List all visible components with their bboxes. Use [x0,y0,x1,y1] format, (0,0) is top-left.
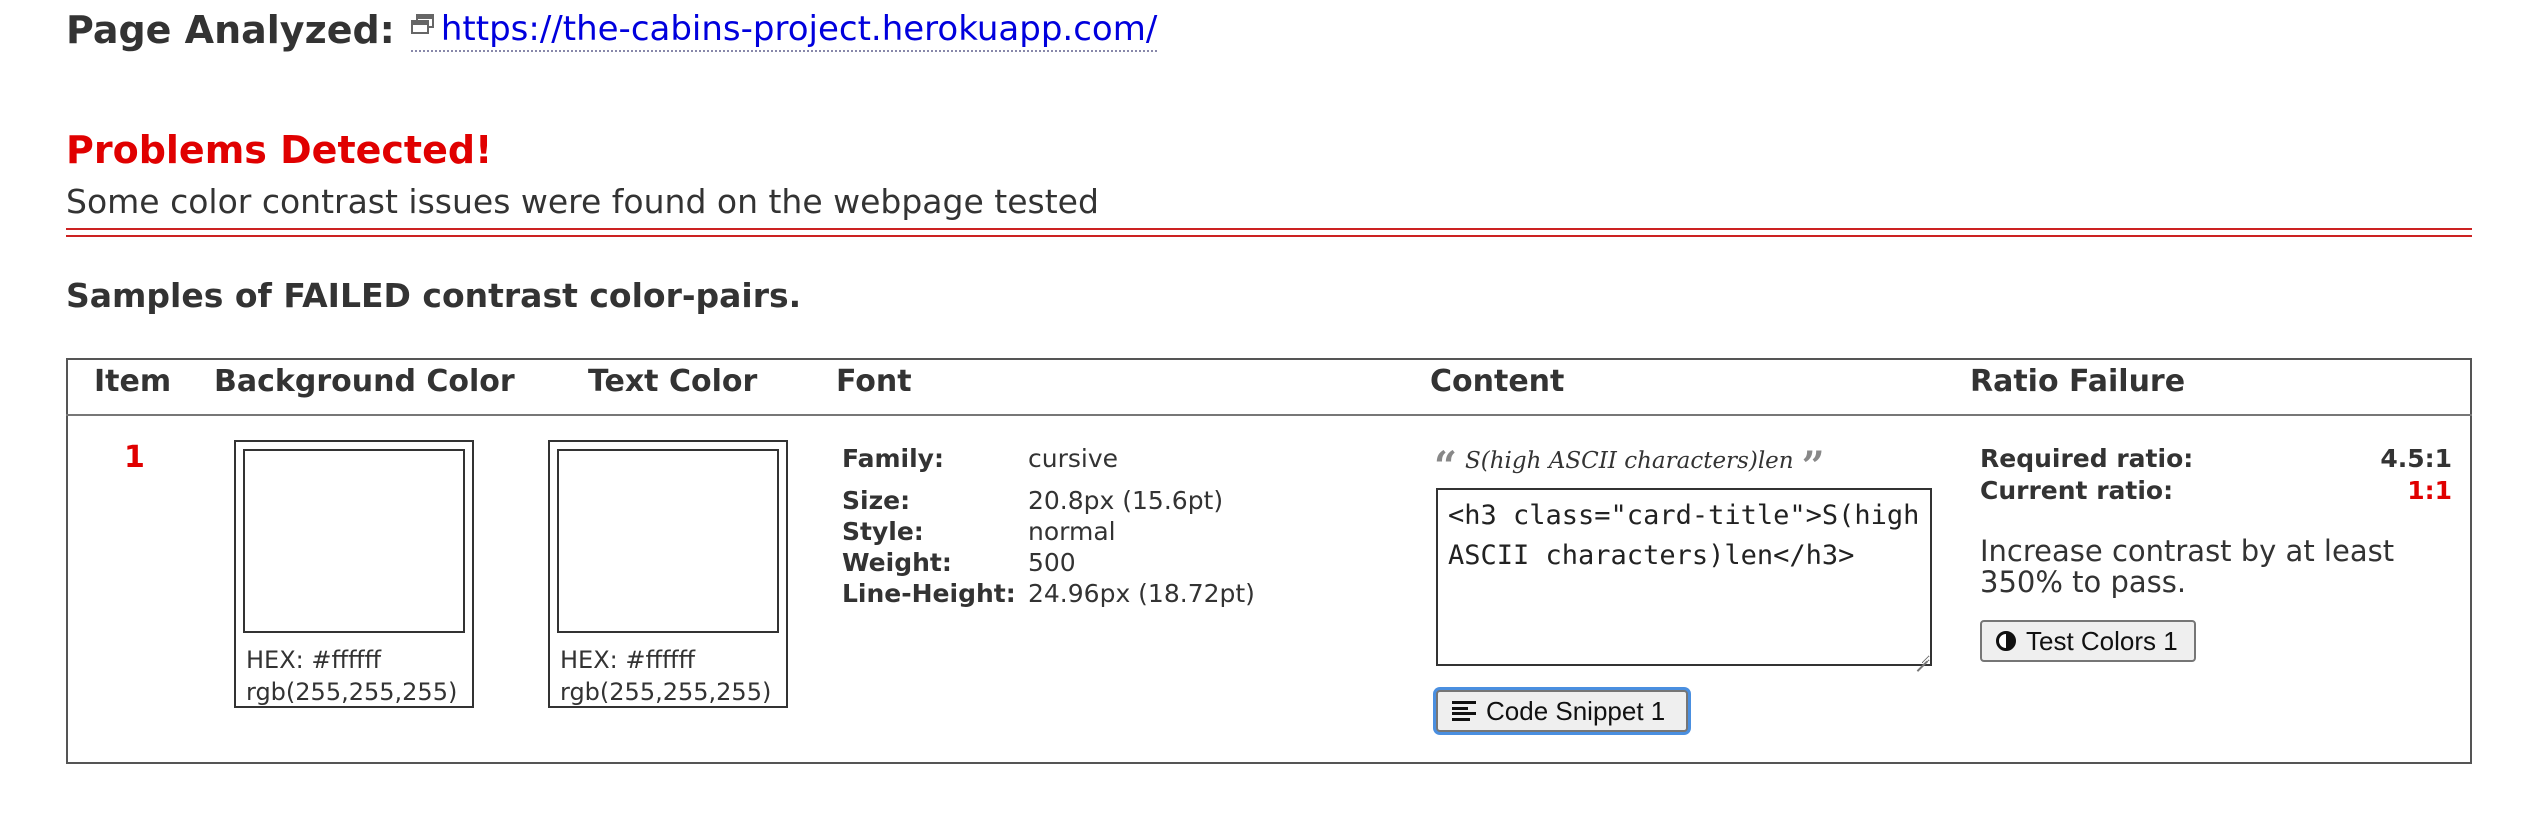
font-weight-label: Weight: [842,548,952,577]
column-header-font: Font [836,364,912,399]
required-ratio-label: Required ratio: [1980,444,2194,473]
page-url-link[interactable]: https://the-cabins-project.herokuapp.com… [441,9,1157,49]
code-snippet-button[interactable]: Code Snippet 1 [1436,690,1688,732]
current-ratio-label: Current ratio: [1980,476,2174,505]
page-analyzed-line: Page Analyzed: https://the-cabins-projec… [66,4,1158,56]
contrast-advice: Increase contrast by at least 350% to pa… [1980,534,2395,599]
column-header-ratio-failure: Ratio Failure [1970,364,2186,399]
test-colors-button-label: Test Colors 1 [2026,625,2178,656]
text-hex: HEX: #ffffff [560,646,696,674]
divider-rule [66,235,2472,237]
font-style-label: Style: [842,517,924,546]
samples-heading: Samples of FAILED contrast color-pairs. [66,276,802,315]
content-quote-text: S(high ASCII characters)len [1465,448,1794,474]
font-size-value: 20.8px (15.6pt) [1028,486,1224,515]
problems-detected-heading: Problems Detected! [66,128,493,172]
font-size-label: Size: [842,486,911,515]
font-line-height-value: 24.96px (18.72pt) [1028,579,1255,608]
row-item-number: 1 [124,440,145,475]
code-snippet-button-label: Code Snippet 1 [1486,695,1666,726]
external-link-icon [410,13,434,34]
column-header-content: Content [1430,364,1565,399]
text-color-sample [557,449,779,633]
open-quote-icon: “ [1434,443,1458,490]
align-lines-icon [1452,701,1476,721]
close-quote-icon: ” [1801,443,1825,490]
font-weight-value: 500 [1028,548,1076,577]
column-header-text-color: Text Color [588,364,758,399]
font-family-label: Family: [842,444,944,473]
background-color-sample [243,449,465,633]
page-url-link-wrap[interactable]: https://the-cabins-project.herokuapp.com… [410,9,1158,52]
text-rgb: rgb(255,255,255) [560,678,772,706]
page-analyzed-label: Page Analyzed: [66,8,395,52]
background-hex: HEX: #ffffff [246,646,382,674]
column-header-background-color: Background Color [214,364,515,399]
column-header-item: Item [94,364,172,399]
text-color-swatch: HEX: #ffffff rgb(255,255,255) [548,440,788,708]
current-ratio-value: 1:1 [2407,476,2452,505]
font-line-height-label: Line-Height: [842,579,1016,608]
table-header-divider [66,414,2472,416]
background-rgb: rgb(255,255,255) [246,678,458,706]
background-color-swatch: HEX: #ffffff rgb(255,255,255) [234,440,474,708]
problems-detected-description: Some color contrast issues were found on… [66,182,1099,221]
required-ratio-value: 4.5:1 [2380,444,2452,473]
font-family-value: cursive [1028,444,1119,473]
content-quote: “ S(high ASCII characters)len ” [1434,444,1825,487]
contrast-icon [1996,631,2016,651]
test-colors-button[interactable]: Test Colors 1 [1980,620,2196,662]
code-snippet-textarea[interactable]: <h3 class="card-title">S(high ASCII char… [1436,488,1932,666]
font-style-value: normal [1028,517,1116,546]
divider-rule [66,228,2472,230]
textarea-resize-handle[interactable] [1914,648,1928,662]
